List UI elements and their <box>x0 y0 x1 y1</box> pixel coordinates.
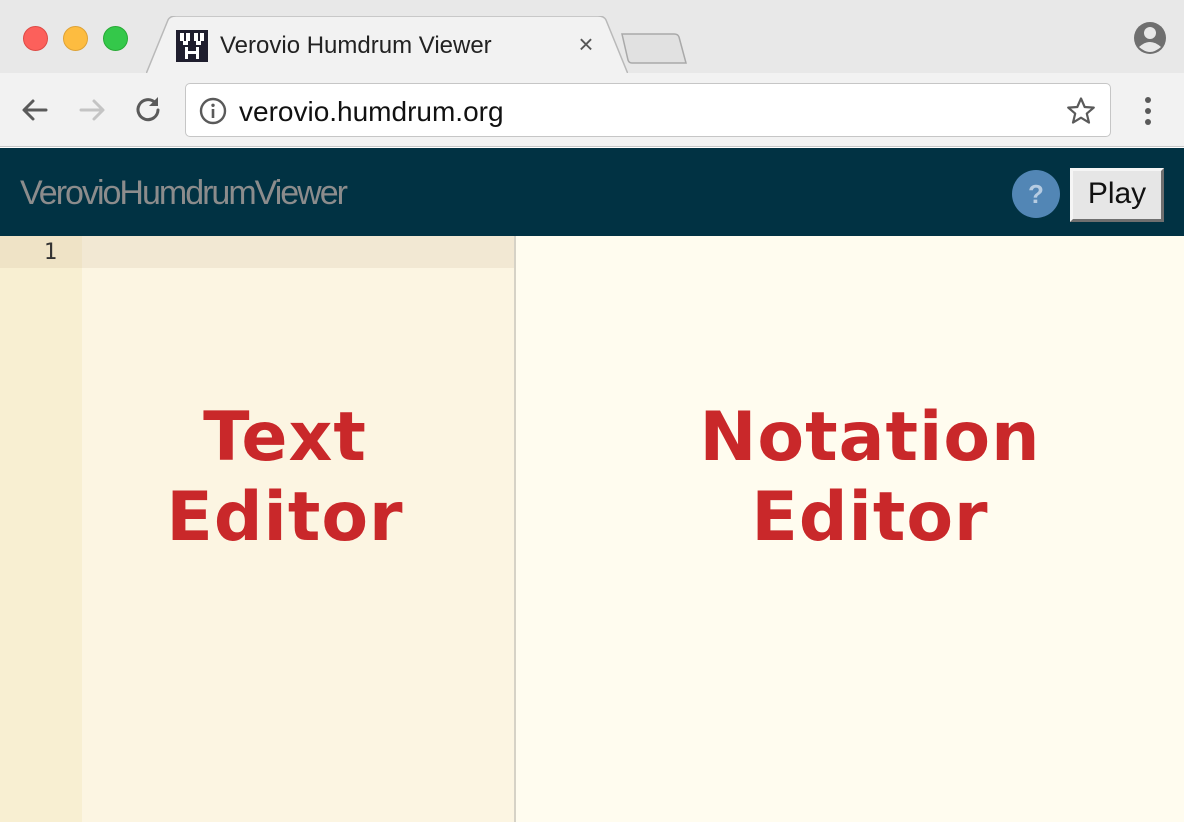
window-close-button[interactable] <box>23 26 48 51</box>
url-text[interactable]: verovio.humdrum.org <box>239 96 504 128</box>
tab-close-icon[interactable]: × <box>574 31 598 57</box>
browser-tabstrip: Verovio Humdrum Viewer × <box>0 0 1184 74</box>
text-editor[interactable]: 1 Text Editor <box>0 236 515 822</box>
text-editor-label-line1: Text <box>203 398 367 477</box>
text-editor-label: Text Editor <box>82 398 488 558</box>
notation-editor-label-line2: Editor <box>751 478 989 557</box>
app-title[interactable]: VerovioHumdrumViewer <box>20 174 348 213</box>
arrow-right-icon[interactable] <box>75 93 109 127</box>
star-icon[interactable] <box>1066 96 1096 126</box>
line-number: 1 <box>43 240 57 265</box>
play-button[interactable]: Play <box>1070 168 1164 222</box>
new-tab-button[interactable] <box>620 32 688 66</box>
notation-editor-label: Notation Editor <box>516 398 1184 558</box>
text-editor-label-line2: Editor <box>166 478 404 557</box>
notation-editor[interactable]: Notation Editor <box>516 236 1184 822</box>
address-bar[interactable]: verovio.humdrum.org <box>185 83 1111 137</box>
kebab-menu-icon[interactable] <box>1136 94 1160 128</box>
account-icon[interactable] <box>1133 21 1167 55</box>
line-number-gutter <box>0 236 82 822</box>
arrow-left-icon[interactable] <box>18 93 52 127</box>
notation-editor-label-line1: Notation <box>699 398 1041 477</box>
active-line-highlight[interactable]: 1 <box>0 236 515 268</box>
tab-title: Verovio Humdrum Viewer <box>220 32 492 59</box>
info-icon[interactable] <box>199 97 227 125</box>
browser-tab-active[interactable]: Verovio Humdrum Viewer × <box>146 16 628 74</box>
reload-icon[interactable] <box>131 93 165 127</box>
window-minimize-button[interactable] <box>63 26 88 51</box>
help-button[interactable]: ? <box>1012 170 1060 218</box>
vhv-favicon-icon <box>176 30 208 62</box>
browser-toolbar: verovio.humdrum.org <box>0 73 1184 147</box>
window-maximize-button[interactable] <box>103 26 128 51</box>
app-header: VerovioHumdrumViewer ? Play <box>0 148 1184 236</box>
